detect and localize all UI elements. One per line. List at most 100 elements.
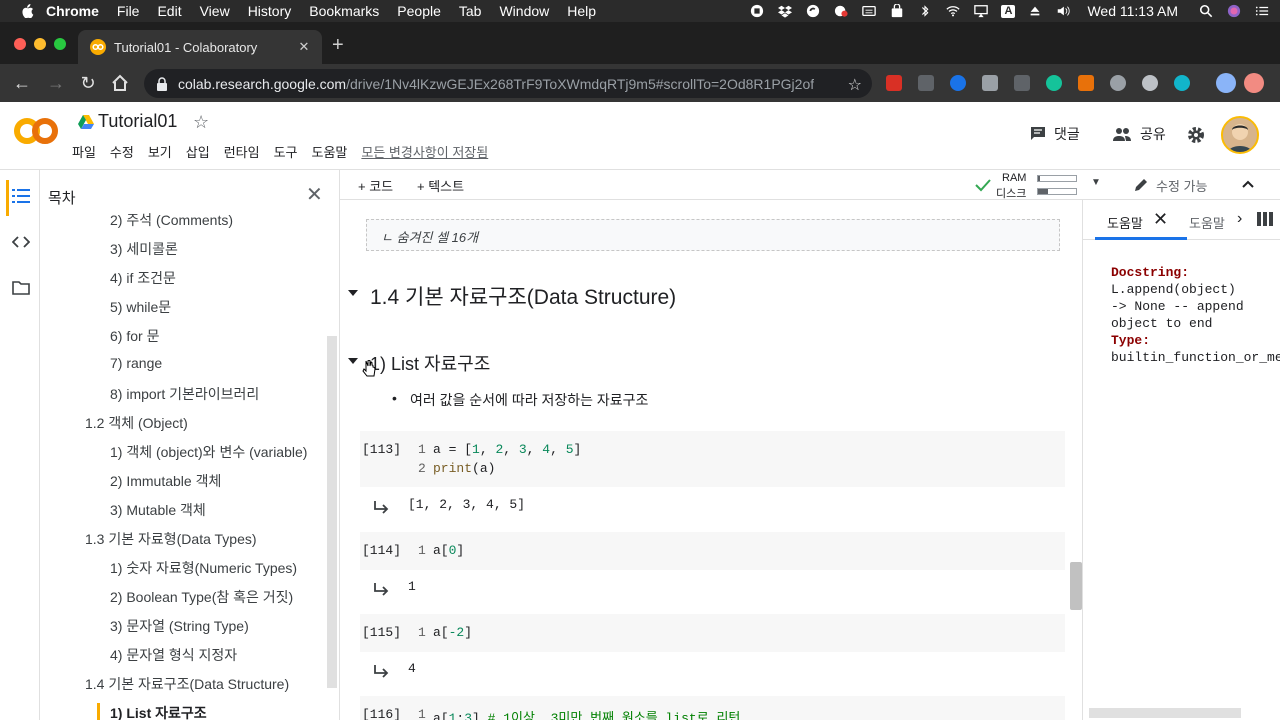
- subsection-collapse-caret-icon[interactable]: [348, 358, 358, 364]
- menu-edit[interactable]: 수정: [110, 142, 134, 161]
- help-tabs-next-icon[interactable]: ›: [1237, 210, 1242, 228]
- comment-button[interactable]: 댓글: [1030, 124, 1080, 144]
- extension-dark-icon[interactable]: [1014, 75, 1030, 91]
- code-line[interactable]: print(a): [433, 461, 495, 476]
- toc-item[interactable]: 2) Boolean Type(참 혹은 거짓): [110, 587, 293, 607]
- input-source-icon[interactable]: A: [1001, 4, 1016, 18]
- notebook-title[interactable]: Tutorial01: [98, 111, 177, 132]
- output-arrow-icon[interactable]: [374, 664, 390, 678]
- extension-m-icon[interactable]: [1174, 75, 1190, 91]
- help-horizontal-scrollbar[interactable]: [1089, 708, 1241, 718]
- window-zoom-button[interactable]: [54, 38, 66, 50]
- extension-pink-icon[interactable]: [1244, 73, 1264, 93]
- code-line[interactable]: a[0]: [433, 543, 464, 558]
- code-line[interactable]: a[-2]: [433, 625, 472, 640]
- bluetooth-icon[interactable]: [917, 4, 933, 18]
- menubar-tab[interactable]: Tab: [459, 3, 482, 19]
- toc-close-icon[interactable]: ✕: [306, 182, 323, 207]
- help-tab-second[interactable]: 도움말: [1189, 213, 1225, 232]
- window-minimize-button[interactable]: [34, 38, 46, 50]
- toc-item[interactable]: 8) import 기본라이브러리: [110, 384, 259, 404]
- browser-tab[interactable]: Tutorial01 - Colaboratory ✕: [78, 30, 322, 64]
- back-button[interactable]: ←: [12, 73, 32, 93]
- toc-item[interactable]: 1) 객체 (object)와 변수 (variable): [110, 442, 307, 462]
- code-cell[interactable]: [116] 1 a[1:3] # 1이상, 3미만 번째 원소를 list로 리…: [360, 696, 1065, 720]
- menubar-clock[interactable]: Wed 11:13 AM: [1087, 3, 1178, 19]
- spotlight-search-icon[interactable]: [1198, 4, 1214, 18]
- code-cell[interactable]: [115] 1 a[-2]: [360, 614, 1065, 652]
- toc-item[interactable]: 3) Mutable 객체: [110, 500, 206, 520]
- toc-item-active[interactable]: 1) List 자료구조: [110, 703, 207, 720]
- menubar-file[interactable]: File: [117, 3, 140, 19]
- menubar-app-name[interactable]: Chrome: [46, 3, 99, 19]
- help-layout-icon[interactable]: [1257, 212, 1273, 226]
- extension-red-icon[interactable]: [886, 75, 902, 91]
- add-code-cell-button[interactable]: + 코드: [358, 176, 393, 195]
- help-tab-active[interactable]: 도움말: [1107, 213, 1143, 232]
- menubar-view[interactable]: View: [200, 3, 230, 19]
- sync-icon[interactable]: [805, 4, 821, 18]
- keyboard-icon[interactable]: [861, 4, 877, 18]
- airplay-icon[interactable]: [973, 4, 989, 18]
- toc-item[interactable]: 7) range: [110, 355, 162, 371]
- extension-blue-icon[interactable]: [950, 75, 966, 91]
- apple-icon[interactable]: [20, 4, 34, 18]
- tab-close-icon[interactable]: ✕: [296, 39, 312, 55]
- menubar-bookmarks[interactable]: Bookmarks: [309, 3, 379, 19]
- star-notebook-icon[interactable]: ☆: [193, 112, 209, 133]
- google-drive-icon[interactable]: [78, 115, 94, 129]
- menu-view[interactable]: 보기: [148, 142, 172, 161]
- add-text-cell-button[interactable]: + 텍스트: [417, 176, 464, 195]
- extension-bulb-icon[interactable]: [1110, 75, 1126, 91]
- toc-item[interactable]: 1.4 기본 자료구조(Data Structure): [85, 674, 289, 694]
- toc-item[interactable]: 4) 문자열 형식 지정자: [110, 645, 237, 665]
- hidden-cells-indicator[interactable]: ㄴ 숨겨진 셀 16개: [366, 219, 1060, 251]
- volume-icon[interactable]: [1055, 4, 1071, 18]
- extension-orange-icon[interactable]: [1078, 75, 1094, 91]
- toc-item[interactable]: 3) 문자열 (String Type): [110, 616, 249, 636]
- notebook-scrollbar-thumb[interactable]: [1070, 562, 1082, 610]
- table-of-contents-icon[interactable]: [12, 188, 30, 204]
- dropbox-icon[interactable]: [777, 4, 793, 18]
- settings-gear-icon[interactable]: [1187, 126, 1205, 144]
- colab-logo-icon[interactable]: [14, 116, 58, 146]
- toc-scrollbar[interactable]: [327, 336, 337, 688]
- stop-icon[interactable]: [749, 4, 765, 18]
- collapse-toolbar-icon[interactable]: [1241, 179, 1255, 189]
- forward-button[interactable]: →: [46, 73, 66, 93]
- code-snippets-icon[interactable]: [12, 234, 30, 250]
- new-tab-button[interactable]: +: [332, 35, 344, 55]
- reload-button[interactable]: ↻: [78, 73, 98, 93]
- runtime-dropdown-icon[interactable]: ▼: [1091, 177, 1101, 188]
- user-avatar[interactable]: [1221, 116, 1259, 154]
- menubar-help[interactable]: Help: [567, 3, 596, 19]
- toc-item[interactable]: 2) 주석 (Comments): [110, 210, 233, 230]
- extension-circle-icon[interactable]: [1142, 75, 1158, 91]
- address-bar[interactable]: colab.research.google.com /drive/1Nv4lKz…: [144, 69, 872, 98]
- grammarly-icon[interactable]: [1046, 75, 1062, 91]
- menubar-edit[interactable]: Edit: [157, 3, 181, 19]
- code-cell[interactable]: [113] 1 2 a = [1, 2, 3, 4, 5] print(a): [360, 431, 1065, 487]
- profile-icon[interactable]: [1216, 73, 1236, 93]
- toc-item[interactable]: 4) if 조건문: [110, 268, 176, 288]
- output-arrow-icon[interactable]: [374, 582, 390, 596]
- window-close-button[interactable]: [14, 38, 26, 50]
- menu-insert[interactable]: 삽입: [186, 142, 210, 161]
- help-tab-close-icon[interactable]: ✕: [1153, 209, 1168, 230]
- toc-item[interactable]: 3) 세미콜론: [110, 239, 178, 259]
- notification-center-icon[interactable]: [1254, 4, 1270, 18]
- bookmark-star-icon[interactable]: ☆: [848, 75, 862, 95]
- files-folder-icon[interactable]: [12, 280, 30, 296]
- share-button[interactable]: 공유: [1112, 124, 1166, 144]
- bag-icon[interactable]: [889, 4, 905, 18]
- output-arrow-icon[interactable]: [374, 500, 390, 514]
- toc-item[interactable]: 5) while문: [110, 297, 171, 317]
- code-cell[interactable]: [114] 1 a[0]: [360, 532, 1065, 570]
- menu-file[interactable]: 파일: [72, 142, 96, 161]
- lock-icon[interactable]: [156, 76, 168, 91]
- toc-item[interactable]: 1.2 객체 (Object): [85, 413, 188, 433]
- menubar-history[interactable]: History: [248, 3, 292, 19]
- toc-item[interactable]: 1) 숫자 자료형(Numeric Types): [110, 558, 297, 578]
- menubar-people[interactable]: People: [397, 3, 441, 19]
- extension-gray-icon[interactable]: [982, 75, 998, 91]
